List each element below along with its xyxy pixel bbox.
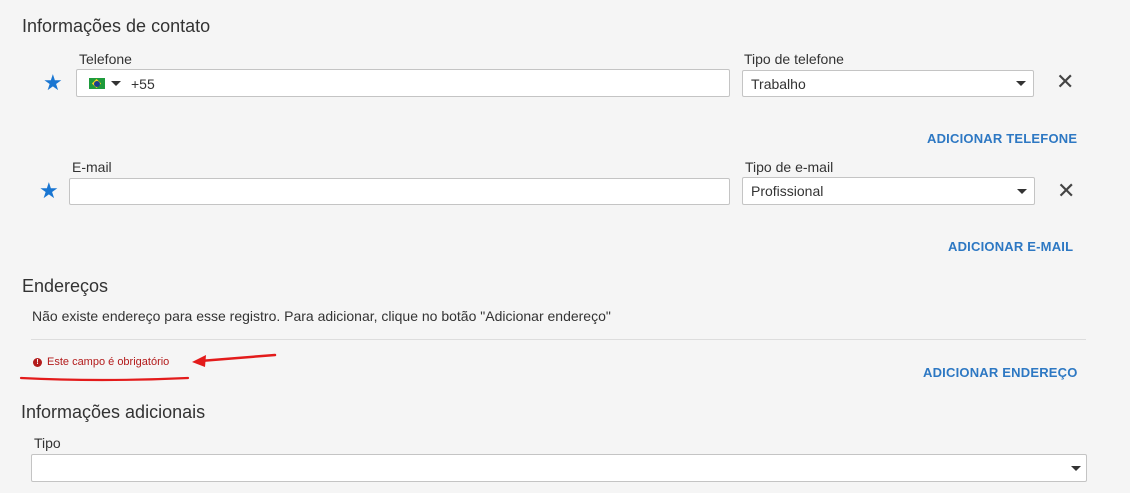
additional-type-select[interactable] bbox=[31, 454, 1087, 482]
add-address-button[interactable]: ADICIONAR ENDEREÇO bbox=[923, 365, 1078, 380]
additional-type-label: Tipo bbox=[34, 435, 61, 451]
chevron-down-icon bbox=[1071, 466, 1081, 471]
additional-section-title: Informações adicionais bbox=[21, 402, 206, 422]
